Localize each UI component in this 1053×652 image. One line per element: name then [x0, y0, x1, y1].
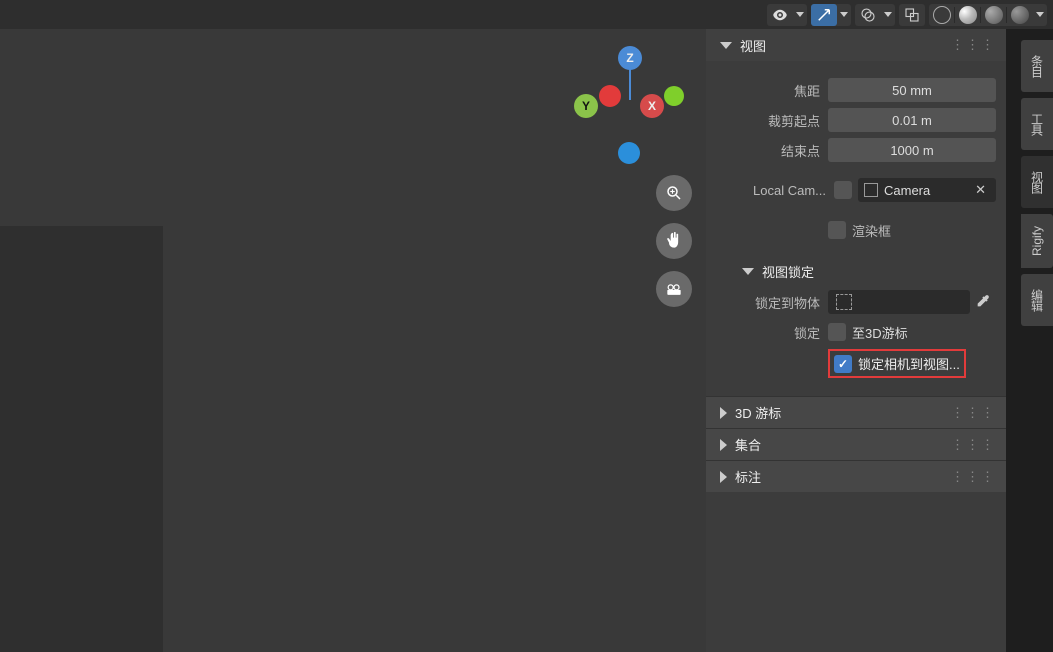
- overlay-dropdown[interactable]: [881, 4, 895, 26]
- tab-edit-label: 编辑: [1029, 289, 1046, 311]
- n-panel: 视图 ⋮⋮⋮ 焦距 50 mm 裁剪起点 0.01 m 结束点 1000 m L…: [706, 29, 1006, 652]
- vertical-tabs: 条目 工具 视图 Rigify 编辑: [1021, 40, 1053, 326]
- expand-icon: [720, 42, 732, 49]
- section-collection-title: 集合: [735, 435, 761, 454]
- gizmo-neg-axis-2[interactable]: [664, 86, 684, 106]
- tab-item[interactable]: 条目: [1021, 40, 1053, 92]
- lock-3d-cursor-label: 至3D游标: [852, 323, 908, 342]
- tab-tool[interactable]: 工具: [1021, 98, 1053, 150]
- gizmo-neg-axis-3[interactable]: [618, 142, 640, 164]
- focal-label: 焦距: [720, 81, 828, 100]
- tab-rigify[interactable]: Rigify: [1021, 214, 1053, 268]
- gizmo-x-label: X: [648, 99, 656, 113]
- section-view[interactable]: 视图 ⋮⋮⋮: [706, 29, 1006, 61]
- gizmo-dropdown[interactable]: [837, 4, 851, 26]
- header-overlay-group: [855, 4, 895, 26]
- gizmo-z-label: Z: [626, 51, 633, 65]
- header-xray-group: [899, 4, 925, 26]
- gizmo-toggle[interactable]: [811, 4, 837, 26]
- camera-clear-icon[interactable]: ✕: [971, 182, 990, 198]
- shading-rendered[interactable]: [1007, 4, 1033, 26]
- section-view-title: 视图: [740, 36, 766, 55]
- row-local-camera: Local Cam... Camera ✕: [706, 175, 1006, 205]
- zoom-icon[interactable]: [656, 175, 692, 211]
- header-shading-group: [929, 4, 1047, 26]
- lock-label: 锁定: [720, 323, 828, 342]
- tab-item-label: 条目: [1029, 55, 1046, 77]
- clip-end-label: 结束点: [720, 141, 828, 160]
- collapse-icon: [720, 407, 727, 419]
- overlay-toggle[interactable]: [855, 4, 881, 26]
- tab-edit[interactable]: 编辑: [1021, 274, 1053, 326]
- expand-icon: [742, 268, 754, 275]
- row-lock-3d: 锁定 至3D游标: [706, 317, 1006, 347]
- gizmo-y-label: Y: [582, 99, 590, 113]
- gizmo-z-axis[interactable]: Z: [618, 46, 642, 70]
- lock-camera-label: 锁定相机到视图...: [858, 354, 960, 373]
- shading-solid[interactable]: [955, 4, 981, 26]
- clip-end-field[interactable]: 1000 m: [828, 138, 996, 162]
- focal-field[interactable]: 50 mm: [828, 78, 996, 102]
- grip-icon[interactable]: ⋮⋮⋮: [951, 469, 996, 485]
- header-visibility-group: [767, 4, 807, 26]
- gizmo-x-axis[interactable]: X: [640, 94, 664, 118]
- row-clip-start: 裁剪起点 0.01 m: [706, 105, 1006, 135]
- section-annotation[interactable]: 标注 ⋮⋮⋮: [706, 460, 1006, 492]
- section-view-body: 焦距 50 mm 裁剪起点 0.01 m 结束点 1000 m Local Ca…: [706, 61, 1006, 396]
- section-3d-cursor-title: 3D 游标: [735, 403, 781, 422]
- render-frame-checkbox[interactable]: [828, 221, 846, 239]
- camera-name: Camera: [884, 183, 930, 198]
- navigation-gizmo[interactable]: Z Y X: [574, 46, 684, 166]
- camera-icon: [864, 183, 878, 197]
- grip-icon[interactable]: ⋮⋮⋮: [951, 405, 996, 421]
- visibility-dropdown[interactable]: [793, 4, 807, 26]
- lock-3d-cursor-checkbox[interactable]: [828, 323, 846, 341]
- row-clip-end: 结束点 1000 m: [706, 135, 1006, 165]
- grip-icon[interactable]: ⋮⋮⋮: [951, 437, 996, 453]
- section-annotation-title: 标注: [735, 467, 761, 486]
- clip-start-field[interactable]: 0.01 m: [828, 108, 996, 132]
- collapse-icon: [720, 471, 727, 483]
- clip-start-label: 裁剪起点: [720, 111, 828, 130]
- lock-camera-highlight: 锁定相机到视图...: [828, 349, 966, 378]
- tab-view[interactable]: 视图: [1021, 156, 1053, 208]
- local-camera-checkbox[interactable]: [834, 181, 852, 199]
- lock-object-field[interactable]: [828, 290, 970, 314]
- section-collection[interactable]: 集合 ⋮⋮⋮: [706, 428, 1006, 460]
- grip-icon[interactable]: ⋮⋮⋮: [951, 37, 996, 53]
- eyedropper-icon[interactable]: [970, 293, 996, 312]
- viewport-nav-tools: [656, 175, 692, 307]
- viewport-shaded-region: [0, 226, 163, 652]
- section-3d-cursor[interactable]: 3D 游标 ⋮⋮⋮: [706, 396, 1006, 428]
- gizmo-neg-axis-1[interactable]: [599, 85, 621, 107]
- visibility-icon[interactable]: [767, 4, 793, 26]
- pan-icon[interactable]: [656, 223, 692, 259]
- tab-view-label: 视图: [1029, 171, 1046, 193]
- collapse-icon: [720, 439, 727, 451]
- section-view-lock-title: 视图锁定: [762, 262, 814, 281]
- gizmo-axis-line: [629, 68, 631, 100]
- row-lock-camera: 锁定相机到视图...: [706, 347, 1006, 380]
- local-camera-label: Local Cam...: [720, 183, 834, 198]
- tab-rigify-label: Rigify: [1030, 226, 1044, 256]
- camera-view-icon[interactable]: [656, 271, 692, 307]
- xray-toggle[interactable]: [899, 4, 925, 26]
- row-focal: 焦距 50 mm: [706, 75, 1006, 105]
- object-icon: [836, 294, 852, 310]
- row-render-frame: 渲染框: [706, 215, 1006, 245]
- section-view-lock[interactable]: 视图锁定: [706, 255, 1006, 287]
- shading-material[interactable]: [981, 4, 1007, 26]
- header-gizmo-group: [811, 4, 851, 26]
- viewport-header: [0, 0, 1053, 29]
- row-lock-object: 锁定到物体: [706, 287, 1006, 317]
- render-frame-label: 渲染框: [852, 221, 891, 240]
- shading-dropdown[interactable]: [1033, 4, 1047, 26]
- shading-wireframe[interactable]: [929, 4, 955, 26]
- lock-to-object-label: 锁定到物体: [720, 293, 828, 312]
- camera-field[interactable]: Camera ✕: [858, 178, 996, 202]
- lock-camera-checkbox[interactable]: [834, 355, 852, 373]
- gizmo-y-axis[interactable]: Y: [574, 94, 598, 118]
- tab-tool-label: 工具: [1029, 113, 1046, 135]
